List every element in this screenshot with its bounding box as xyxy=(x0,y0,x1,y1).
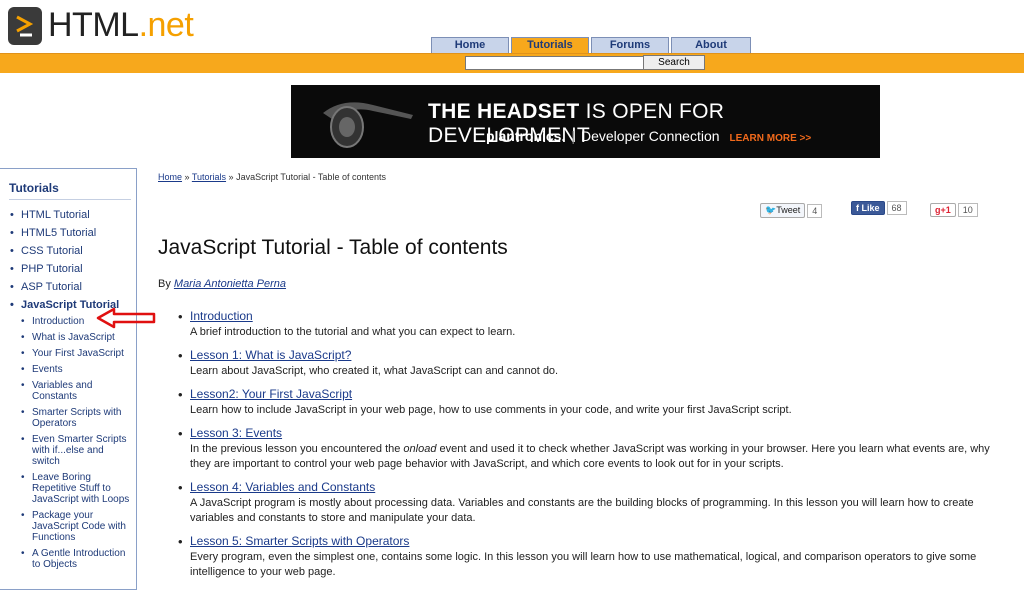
tweet-count: 4 xyxy=(807,203,823,218)
list-item: Introduction A brief introduction to the… xyxy=(178,309,998,340)
breadcrumb-home[interactable]: Home xyxy=(158,172,182,182)
lesson-link[interactable]: Lesson2: Your First JavaScript xyxy=(190,387,352,401)
twitter-bird-icon: 🐦 xyxy=(765,205,777,215)
tab-home[interactable]: Home xyxy=(431,37,509,53)
sidebar-item-css[interactable]: CSS Tutorial xyxy=(0,242,136,260)
sidebar-subitem-ifelse[interactable]: Even Smarter Scripts with if...else and … xyxy=(0,434,130,467)
sidebar-subitem-what-is-js[interactable]: What is JavaScript xyxy=(0,332,130,343)
lesson-description: Every program, even the simplest one, co… xyxy=(190,551,977,578)
headset-icon xyxy=(323,102,413,148)
search-button[interactable]: Search xyxy=(643,55,705,70)
lesson-link[interactable]: Lesson 1: What is JavaScript? xyxy=(190,348,351,362)
lesson-link[interactable]: Introduction xyxy=(190,309,253,323)
lesson-list: Introduction A brief introduction to the… xyxy=(178,309,998,588)
sidebar-subitem-objects[interactable]: A Gentle Introduction to Objects xyxy=(0,548,130,570)
list-item: Lesson 5: Smarter Scripts with Operators… xyxy=(178,534,998,580)
breadcrumb: Home » Tutorials » JavaScript Tutorial -… xyxy=(158,172,386,182)
sidebar-title: Tutorials xyxy=(9,181,131,200)
logo-icon xyxy=(8,6,42,45)
tab-about[interactable]: About xyxy=(671,37,751,53)
tab-forums[interactable]: Forums xyxy=(591,37,669,53)
page-title: JavaScript Tutorial - Table of contents xyxy=(158,236,508,259)
list-item: Lesson 4: Variables and Constants A Java… xyxy=(178,480,998,526)
sidebar-item-php[interactable]: PHP Tutorial xyxy=(0,260,136,278)
red-arrow-annotation xyxy=(96,307,156,329)
list-item: Lesson 1: What is JavaScript? Learn abou… xyxy=(178,348,998,379)
sidebar-subitem-loops[interactable]: Leave Boring Repetitive Stuff to JavaScr… xyxy=(0,472,130,505)
lesson-description: Learn how to include JavaScript in your … xyxy=(190,404,792,416)
search-input[interactable] xyxy=(465,56,645,70)
like-count: 68 xyxy=(886,201,907,215)
tweet-button[interactable]: 🐦Tweet xyxy=(760,203,806,218)
tab-tutorials[interactable]: Tutorials xyxy=(511,37,589,53)
gplus-button[interactable]: g+1 xyxy=(930,203,956,217)
sidebar-subitem-events[interactable]: Events xyxy=(0,364,130,375)
lesson-link[interactable]: Lesson 5: Smarter Scripts with Operators xyxy=(190,534,409,548)
banner-ad[interactable]: THE HEADSET IS OPEN FOR DEVELOPMENT plan… xyxy=(291,85,880,158)
main-nav: Home Tutorials Forums About xyxy=(431,37,753,53)
lesson-link[interactable]: Lesson 3: Events xyxy=(190,426,282,440)
sidebar: Tutorials HTML Tutorial HTML5 Tutorial C… xyxy=(0,168,137,590)
lesson-description: In the previous lesson you encountered t… xyxy=(190,443,990,470)
byline: By Maria Antonietta Perna xyxy=(158,278,287,290)
list-item: Lesson 3: Events In the previous lesson … xyxy=(178,426,998,472)
sidebar-subitem-variables[interactable]: Variables and Constants xyxy=(0,380,130,402)
site-logo[interactable]: HTML.net xyxy=(8,6,194,45)
gplus-widget: g+1 10 xyxy=(930,203,978,217)
sidebar-item-html[interactable]: HTML Tutorial xyxy=(0,206,136,224)
lesson-description: A JavaScript program is mostly about pro… xyxy=(190,497,974,524)
list-item: Lesson2: Your First JavaScript Learn how… xyxy=(178,387,998,418)
tweet-widget: 🐦Tweet 4 xyxy=(760,203,823,218)
lesson-link[interactable]: Lesson 4: Variables and Constants xyxy=(190,480,375,494)
author-link[interactable]: Maria Antonietta Perna xyxy=(174,278,286,290)
sidebar-item-asp[interactable]: ASP Tutorial xyxy=(0,278,136,296)
sidebar-subitem-operators[interactable]: Smarter Scripts with Operators xyxy=(0,407,130,429)
logo-text: HTML.net xyxy=(48,6,194,44)
gplus-count: 10 xyxy=(957,203,978,217)
like-button[interactable]: f Like xyxy=(851,201,885,215)
like-widget: f Like 68 xyxy=(851,201,907,215)
sidebar-subitem-first-js[interactable]: Your First JavaScript xyxy=(0,348,130,359)
sidebar-item-html5[interactable]: HTML5 Tutorial xyxy=(0,224,136,242)
banner-sub: plantronics. | Developer Connection LEARN M… xyxy=(486,128,812,144)
breadcrumb-current: JavaScript Tutorial - Table of contents xyxy=(236,172,386,182)
lesson-description: A brief introduction to the tutorial and… xyxy=(190,326,516,338)
breadcrumb-tutorials[interactable]: Tutorials xyxy=(192,172,226,182)
banner-cta: LEARN MORE >> xyxy=(729,133,812,144)
sidebar-subitem-functions[interactable]: Package your JavaScript Code with Functi… xyxy=(0,510,130,543)
lesson-description: Learn about JavaScript, who created it, … xyxy=(190,365,559,377)
